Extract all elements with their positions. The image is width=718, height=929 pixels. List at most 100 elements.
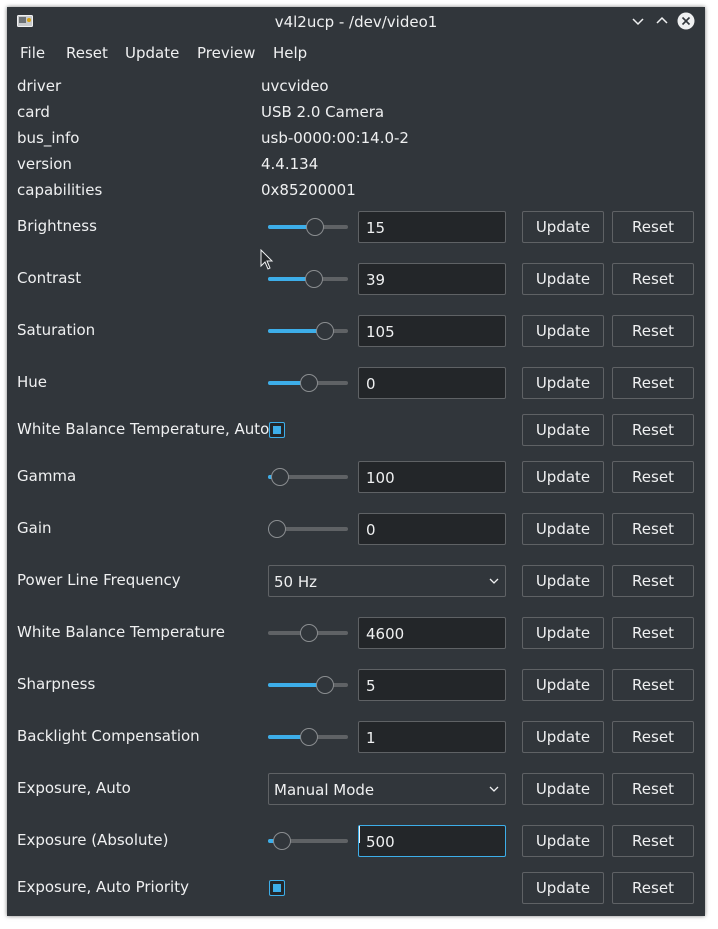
contrast-reset-button[interactable]: Reset — [612, 263, 694, 295]
gain-reset-button[interactable]: Reset — [612, 513, 694, 545]
exposure-auto-reset-button[interactable]: Reset — [612, 773, 694, 805]
slider-handle[interactable] — [300, 374, 318, 392]
power-line-frequency-reset-button[interactable]: Reset — [612, 565, 694, 597]
hue-update-button[interactable]: Update — [522, 367, 604, 399]
maximize-icon[interactable] — [653, 12, 671, 30]
white-balance-temperature-value: 4600 — [366, 625, 405, 643]
slider-handle[interactable] — [273, 832, 291, 850]
white-balance-temperature-auto-reset-button[interactable]: Reset — [612, 414, 694, 446]
hue-value-field[interactable]: 0 — [358, 367, 506, 399]
menu-reset[interactable]: Reset — [66, 44, 108, 62]
exposure-absolute-reset-button[interactable]: Reset — [612, 825, 694, 857]
gamma-slider[interactable] — [268, 466, 348, 488]
white-balance-temperature-auto-label: White Balance Temperature, Auto — [17, 420, 270, 438]
info-value-bus-info: usb-0000:00:14.0-2 — [261, 129, 409, 147]
gain-label: Gain — [17, 519, 52, 537]
brightness-slider[interactable] — [268, 216, 348, 238]
gamma-reset-button[interactable]: Reset — [612, 461, 694, 493]
white-balance-temperature-auto-update-button[interactable]: Update — [522, 414, 604, 446]
info-value-version: 4.4.134 — [261, 155, 319, 173]
gain-slider[interactable] — [268, 518, 348, 540]
sharpness-slider[interactable] — [268, 674, 348, 696]
white-balance-temperature-reset-button[interactable]: Reset — [612, 617, 694, 649]
sharpness-value-field[interactable]: 5 — [358, 669, 506, 701]
gain-update-button[interactable]: Update — [522, 513, 604, 545]
white-balance-temperature-value-field[interactable]: 4600 — [358, 617, 506, 649]
gamma-value-field[interactable]: 100 — [358, 461, 506, 493]
hue-reset-button[interactable]: Reset — [612, 367, 694, 399]
slider-handle[interactable] — [271, 468, 289, 486]
exposure-auto-update-button[interactable]: Update — [522, 773, 604, 805]
main-window: v4l2ucp - /dev/video1 File Reset Update … — [7, 7, 705, 916]
contrast-slider[interactable] — [268, 268, 348, 290]
white-balance-temperature-auto-checkbox[interactable] — [269, 422, 285, 438]
check-mark — [273, 426, 281, 434]
slider-handle[interactable] — [316, 676, 334, 694]
info-value-card: USB 2.0 Camera — [261, 103, 385, 121]
slider-handle[interactable] — [300, 624, 318, 642]
saturation-value-field[interactable]: 105 — [358, 315, 506, 347]
backlight-compensation-value: 1 — [366, 729, 376, 747]
exposure-absolute-update-button[interactable]: Update — [522, 825, 604, 857]
brightness-value-field[interactable]: 15 — [358, 211, 506, 243]
menu-preview[interactable]: Preview — [197, 44, 255, 62]
slider-handle[interactable] — [268, 520, 286, 538]
slider-handle[interactable] — [300, 728, 318, 746]
info-value-capabilities: 0x85200001 — [261, 181, 356, 199]
window-title: v4l2ucp - /dev/video1 — [274, 13, 438, 31]
saturation-slider[interactable] — [268, 320, 348, 342]
contrast-update-button[interactable]: Update — [522, 263, 604, 295]
info-key-capabilities: capabilities — [17, 181, 103, 199]
mouse-cursor-icon — [260, 249, 274, 270]
chevron-down-icon — [489, 786, 499, 792]
white-balance-temperature-update-button[interactable]: Update — [522, 617, 604, 649]
brightness-value: 15 — [366, 219, 386, 237]
backlight-compensation-slider[interactable] — [268, 726, 348, 748]
exposure-auto-priority-reset-button[interactable]: Reset — [612, 872, 694, 904]
exposure-absolute-slider[interactable] — [268, 830, 348, 852]
brightness-reset-button[interactable]: Reset — [612, 211, 694, 243]
exposure-absolute-value: 500 — [366, 833, 395, 851]
slider-handle[interactable] — [305, 270, 323, 288]
power-line-frequency-dropdown[interactable]: 50 Hz — [268, 565, 506, 597]
menu-help[interactable]: Help — [273, 44, 307, 62]
exposure-auto-label: Exposure, Auto — [17, 779, 131, 797]
check-mark — [273, 884, 281, 892]
contrast-label: Contrast — [17, 269, 82, 287]
info-key-version: version — [17, 155, 72, 173]
menu-update[interactable]: Update — [125, 44, 179, 62]
text-caret — [359, 826, 360, 843]
gamma-update-button[interactable]: Update — [522, 461, 604, 493]
title-bar: v4l2ucp - /dev/video1 — [7, 7, 705, 35]
menu-file[interactable]: File — [20, 44, 45, 62]
exposure-auto-priority-update-button[interactable]: Update — [522, 872, 604, 904]
hue-slider[interactable] — [268, 372, 348, 394]
brightness-update-button[interactable]: Update — [522, 211, 604, 243]
close-icon[interactable] — [677, 12, 695, 30]
white-balance-temperature-slider[interactable] — [268, 622, 348, 644]
power-line-frequency-selected: 50 Hz — [274, 573, 318, 591]
menu-bar: File Reset Update Preview Help — [7, 37, 705, 67]
exposure-auto-selected: Manual Mode — [274, 781, 375, 799]
sharpness-reset-button[interactable]: Reset — [612, 669, 694, 701]
saturation-update-button[interactable]: Update — [522, 315, 604, 347]
backlight-compensation-value-field[interactable]: 1 — [358, 721, 506, 753]
hue-value: 0 — [366, 375, 376, 393]
exposure-absolute-label: Exposure (Absolute) — [17, 831, 169, 849]
power-line-frequency-update-button[interactable]: Update — [522, 565, 604, 597]
exposure-auto-dropdown[interactable]: Manual Mode — [268, 773, 506, 805]
gamma-label: Gamma — [17, 467, 77, 485]
slider-handle[interactable] — [306, 218, 324, 236]
minimize-icon[interactable] — [629, 12, 647, 30]
exposure-auto-priority-checkbox[interactable] — [269, 880, 285, 896]
info-key-bus-info: bus_info — [17, 129, 80, 147]
slider-handle[interactable] — [316, 322, 334, 340]
backlight-compensation-reset-button[interactable]: Reset — [612, 721, 694, 753]
gain-value-field[interactable]: 0 — [358, 513, 506, 545]
contrast-value-field[interactable]: 39 — [358, 263, 506, 295]
saturation-reset-button[interactable]: Reset — [612, 315, 694, 347]
backlight-compensation-update-button[interactable]: Update — [522, 721, 604, 753]
exposure-absolute-value-field[interactable]: 500 — [358, 825, 506, 857]
sharpness-update-button[interactable]: Update — [522, 669, 604, 701]
info-value-driver: uvcvideo — [261, 77, 329, 95]
